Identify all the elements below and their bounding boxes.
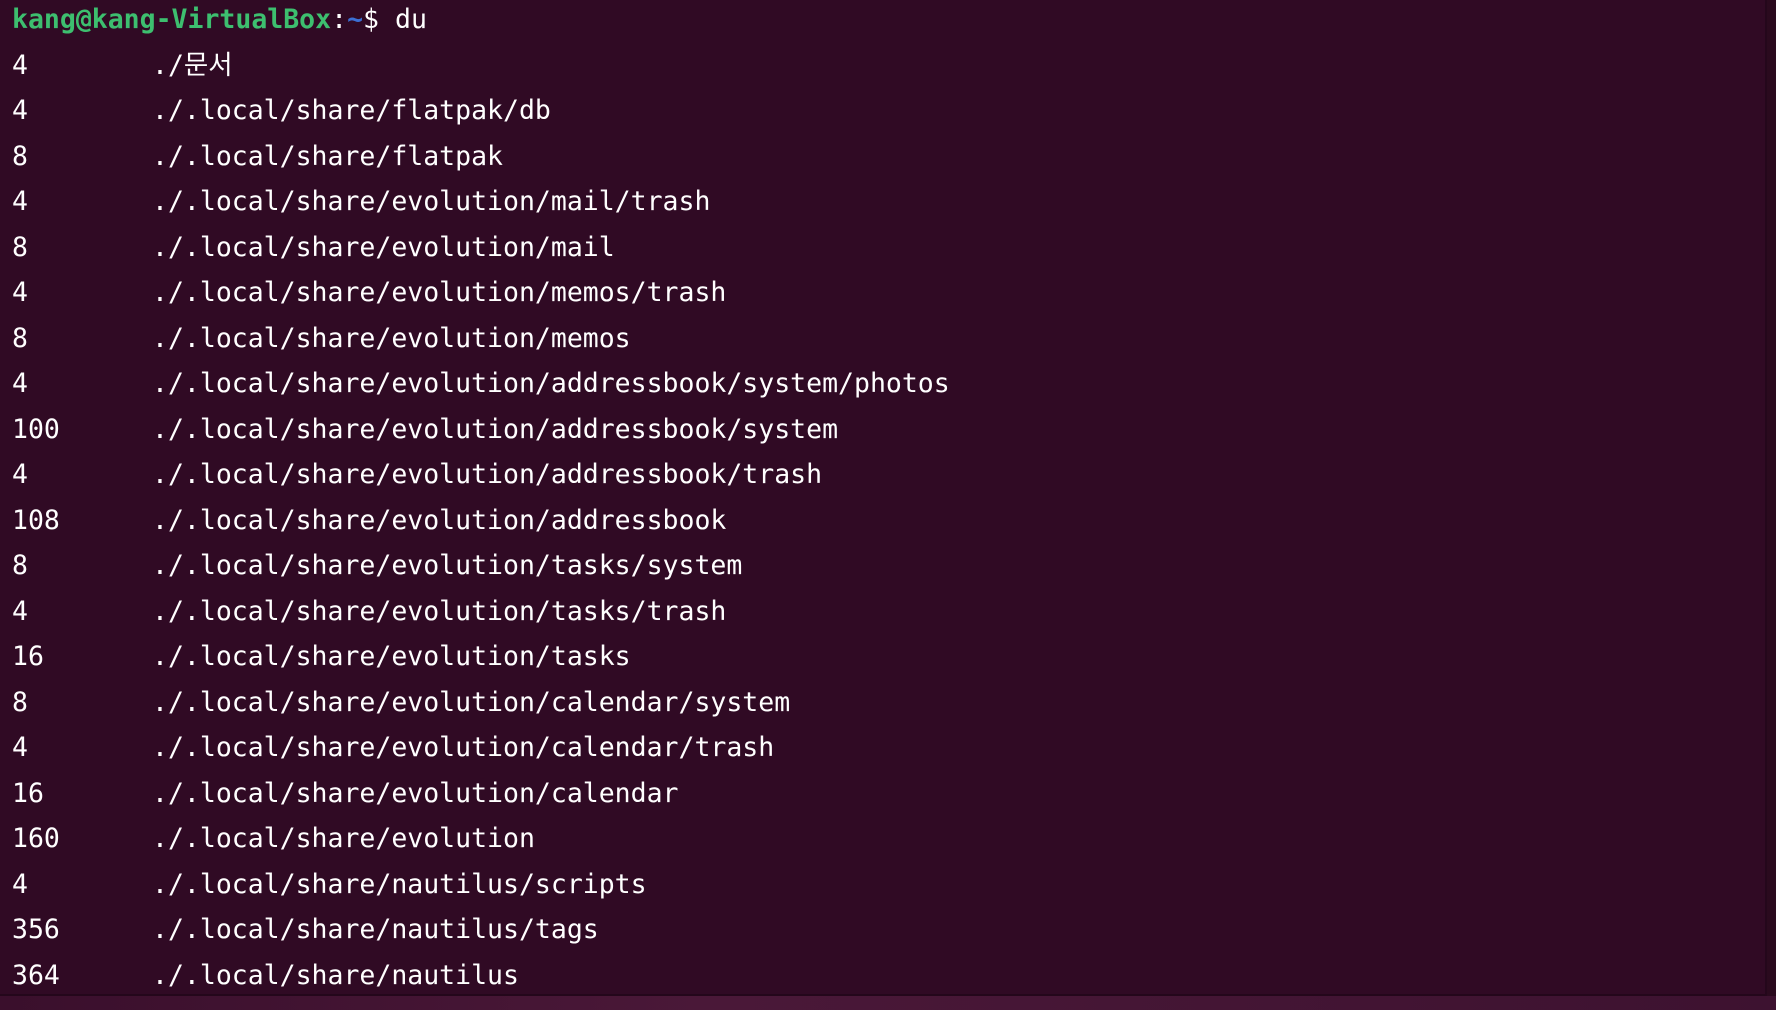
output-path: ./.local/share/evolution/addressbook/sys… [152, 368, 950, 399]
prompt-dollar: $ [363, 4, 379, 35]
output-size: 4 [12, 49, 28, 81]
output-line: 8 ./.local/share/evolution/calendar/syste… [12, 680, 1765, 726]
output-line: 16 ./.local/share/evolution/calendar [12, 771, 1765, 817]
output-line: 8 ./.local/share/evolution/tasks/system [12, 543, 1765, 589]
output-path: ./.local/share/flatpak/db [152, 95, 551, 126]
output-size: 108 [12, 504, 60, 536]
output-line: 4 ./.local/share/flatpak/db [12, 88, 1765, 134]
output-size: 4 [12, 868, 28, 900]
output-size: 8 [12, 140, 28, 172]
output-size: 4 [12, 277, 28, 308]
output-path: ./.local/share/evolution/memos/trash [152, 277, 727, 308]
output-line: 4 ./.local/share/nautilus/scripts [12, 862, 1765, 908]
output-line: 4 ./.local/share/evolution/calendar/trash [12, 725, 1765, 771]
output-size: 8 [12, 322, 28, 354]
command-output: 4 ./문서 4 ./.local/share/flatpak/db 8 ./.local… [12, 43, 1765, 995]
output-path: ./.local/share/evolution/tasks [152, 641, 631, 672]
output-size: 4 [12, 459, 28, 490]
output-size: 364 [12, 959, 60, 991]
output-path: ./.local/share/evolution/memos [152, 322, 631, 354]
output-size: 4 [12, 186, 28, 217]
output-path: ./.local/share/flatpak [152, 140, 503, 172]
desktop-background [0, 996, 1776, 1010]
output-line: 8 ./.local/share/evolution/mail [12, 225, 1765, 271]
output-path: ./.local/share/evolution/mail [152, 231, 615, 263]
prompt-line: kang@kang-VirtualBox: ~ $ du [12, 0, 1765, 43]
output-line: 4 ./.local/share/evolution/tasks/trash [12, 589, 1765, 635]
output-path: ./문서 [152, 49, 233, 81]
output-line: 4 ./.local/share/evolution/memos/trash [12, 270, 1765, 316]
output-path: ./.local/share/evolution/calendar [152, 777, 679, 809]
output-size: 4 [12, 368, 28, 399]
output-path: ./.local/share/evolution/tasks/system [152, 550, 743, 581]
prompt-command: du [395, 4, 427, 35]
prompt-user-host: kang@kang-VirtualBox [12, 4, 332, 35]
output-path: ./.local/share/evolution/tasks/trash [152, 595, 727, 627]
output-size: 4 [12, 595, 28, 627]
output-path: ./.local/share/evolution/calendar/trash [152, 732, 775, 763]
output-line: 8 ./.local/share/flatpak [12, 134, 1765, 180]
output-size: 100 [12, 413, 60, 445]
output-size: 8 [12, 231, 28, 263]
output-size: 16 [12, 641, 44, 672]
output-path: ./.local/share/evolution/mail/trash [152, 186, 711, 217]
output-size: 4 [12, 732, 28, 763]
output-line: 8 ./.local/share/evolution/memos [12, 316, 1765, 362]
output-path: ./.local/share/evolution/addressbook/sys… [152, 413, 839, 445]
output-line: 364 ./.local/share/nautilus [12, 953, 1765, 995]
output-size: 8 [12, 550, 28, 581]
output-path: ./.local/share/evolution/addressbook [152, 504, 727, 536]
prompt-colon: : [331, 4, 348, 35]
output-path: ./.local/share/nautilus [152, 959, 519, 991]
terminal-window[interactable]: kang@kang-VirtualBox: ~ $ du 4 ./문서 4 ./.local… [0, 0, 1767, 996]
output-line: 4 ./문서 [12, 43, 1765, 89]
output-size: 356 [12, 914, 60, 945]
output-size: 4 [12, 95, 28, 126]
output-line: 108 ./.local/share/evolution/addressbook [12, 498, 1765, 544]
output-size: 8 [12, 686, 28, 718]
output-line: 4 ./.local/share/evolution/addressbook/sy… [12, 361, 1765, 407]
output-line: 16 ./.local/share/evolution/tasks [12, 634, 1765, 680]
output-line: 100 ./.local/share/evolution/addressbook/… [12, 407, 1765, 453]
output-path: ./.local/share/nautilus/tags [152, 914, 599, 945]
output-size: 160 [12, 823, 60, 854]
output-size: 16 [12, 777, 44, 809]
output-path: ./.local/share/nautilus/scripts [152, 868, 647, 900]
output-path: ./.local/share/evolution/calendar/system [152, 686, 791, 718]
prompt-path: ~ [347, 4, 364, 35]
output-path: ./.local/share/evolution/addressbook/tra… [152, 459, 823, 490]
output-line: 356 ./.local/share/nautilus/tags [12, 907, 1765, 953]
output-line: 4 ./.local/share/evolution/addressbook/tr… [12, 452, 1765, 498]
output-line: 160 ./.local/share/evolution [12, 816, 1765, 862]
output-path: ./.local/share/evolution [152, 823, 535, 854]
output-line: 4 ./.local/share/evolution/mail/trash [12, 179, 1765, 225]
